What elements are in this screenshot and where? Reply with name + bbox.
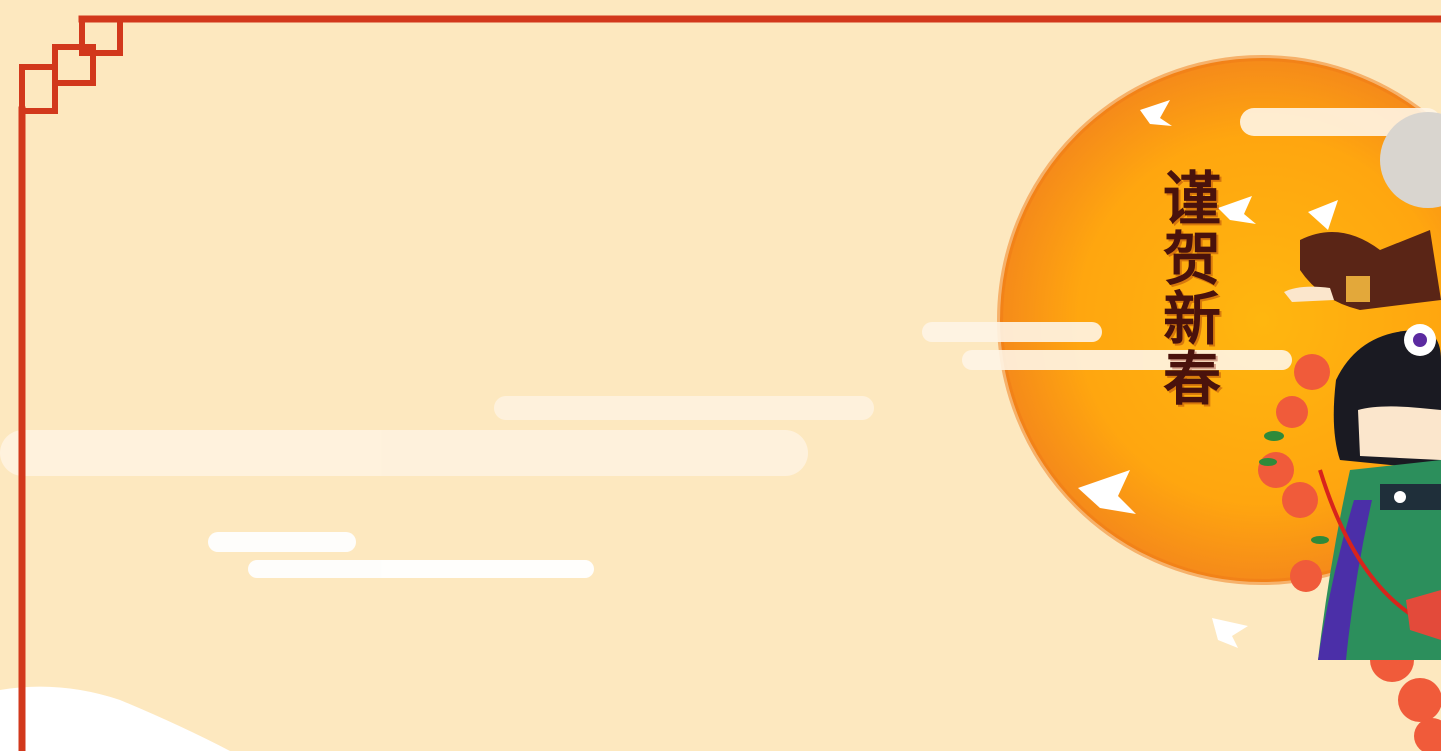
greeting-calligraphy: 谨贺新春 [1153, 168, 1221, 408]
cloud-icon [0, 686, 230, 751]
cloud-icon [0, 396, 874, 476]
cloud-icon [208, 532, 594, 578]
frame-corner-ornament-icon [19, 16, 123, 114]
banner-scene [0, 15, 1441, 751]
